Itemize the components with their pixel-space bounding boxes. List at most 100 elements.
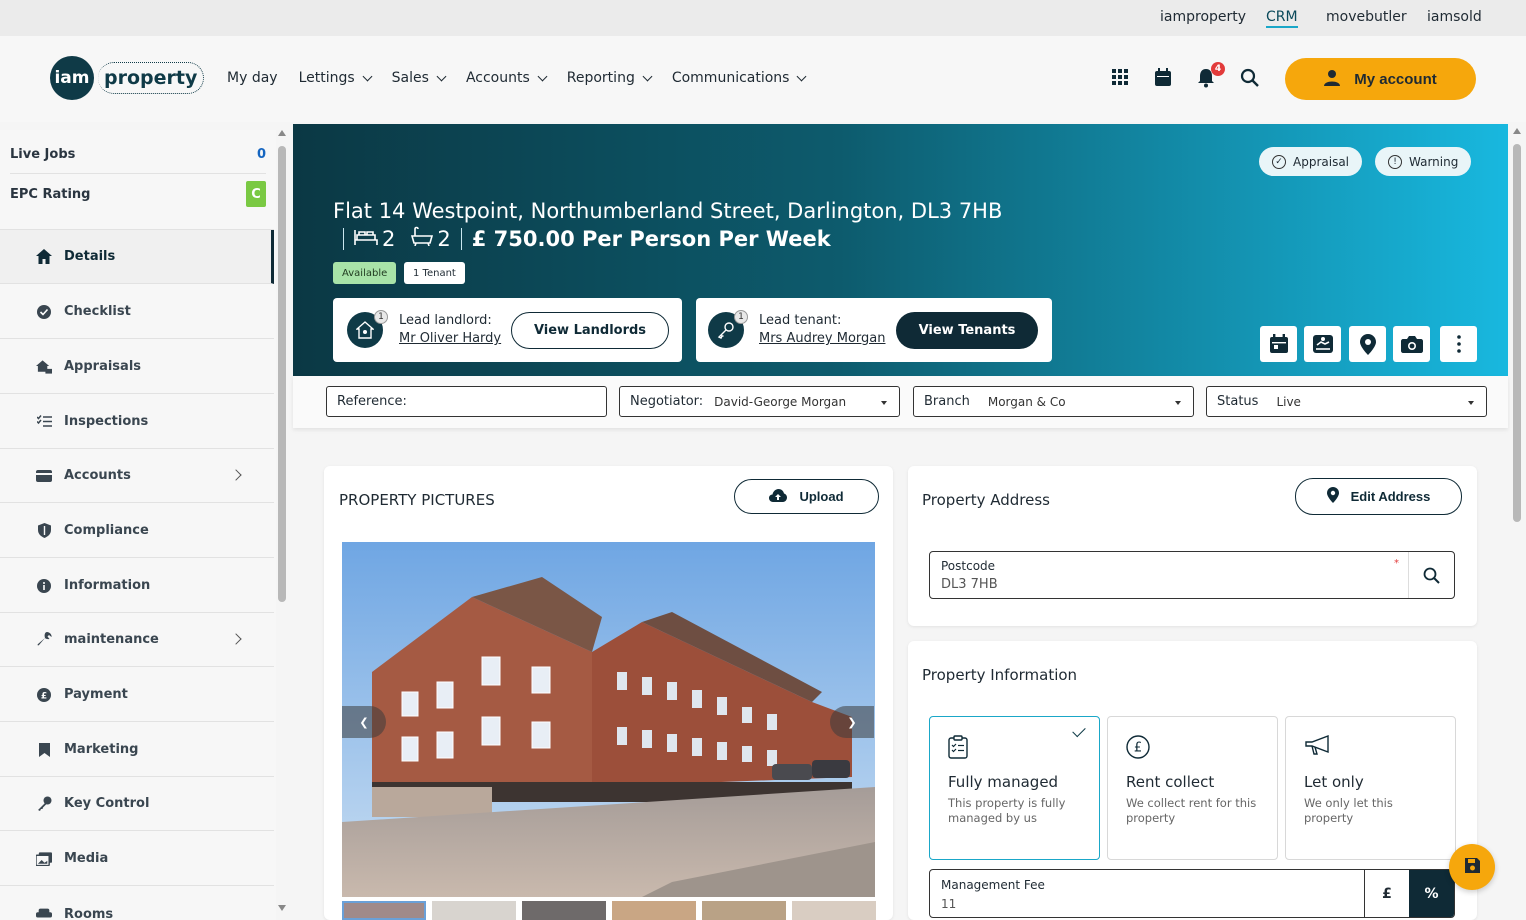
nav-reporting[interactable]: Reporting <box>567 70 653 86</box>
user-icon <box>1324 69 1341 90</box>
site-switcher-bar: iamproperty CRM movebutler iamsold <box>0 0 1526 36</box>
cloud-upload-icon <box>769 488 788 505</box>
tenant-count-badge: 1 Tenant <box>404 262 465 284</box>
my-account-button[interactable]: My account <box>1285 58 1476 100</box>
lead-tenant-label: Lead tenant: <box>759 313 842 328</box>
site-link-crm[interactable]: CRM <box>1266 9 1298 28</box>
postcode-field[interactable]: Postcode * DL3 7HB <box>929 551 1455 599</box>
main-nav: My day Lettings Sales Accounts Reporting… <box>227 70 826 86</box>
property-pictures-title: PROPERTY PICTURES <box>339 491 495 509</box>
bell-icon[interactable]: 4 <box>1197 62 1225 88</box>
lead-landlord-label: Lead landlord: <box>399 313 492 328</box>
info-icon <box>36 578 52 594</box>
carousel-next-button[interactable]: ❯ <box>830 706 874 738</box>
status-select[interactable]: Status Live <box>1206 386 1487 417</box>
notification-badge: 4 <box>1211 62 1225 76</box>
property-sidebar: Live Jobs 0 EPC Rating C Details Checkli… <box>0 130 276 920</box>
sidebar-item-details[interactable]: Details <box>0 230 274 284</box>
carousel-prev-button[interactable]: ❮ <box>342 706 386 738</box>
branch-select[interactable]: Branch Morgan & Co <box>913 386 1194 417</box>
more-vertical-icon[interactable] <box>1440 326 1477 362</box>
view-tenants-button[interactable]: View Tenants <box>896 312 1038 349</box>
property-price: £ 750.00 Per Person Per Week <box>471 226 831 251</box>
divider <box>343 227 344 250</box>
camera-icon[interactable] <box>1393 326 1430 362</box>
thumbnail-5[interactable] <box>702 901 786 920</box>
sidebar-item-appraisals[interactable]: Appraisals <box>0 340 274 394</box>
map-pin-icon[interactable] <box>1349 326 1386 362</box>
scroll-up-arrow[interactable] <box>1513 128 1521 134</box>
sidebar-item-compliance[interactable]: Compliance <box>0 504 274 558</box>
thumbnail-2[interactable] <box>432 901 516 920</box>
alert-circle-icon: ! <box>1388 154 1402 169</box>
site-link-iamproperty[interactable]: iamproperty <box>1160 9 1246 25</box>
nav-communications[interactable]: Communications <box>672 70 807 86</box>
nav-sales[interactable]: Sales <box>392 70 447 86</box>
upload-button[interactable]: Upload <box>734 479 879 514</box>
sidebar-item-rooms[interactable]: Rooms <box>0 887 274 920</box>
option-rent-collect[interactable]: £ Rent collect We collect rent for this … <box>1107 716 1278 860</box>
main-scrollbar[interactable] <box>1512 124 1522 920</box>
nav-my-day[interactable]: My day <box>227 70 278 86</box>
scroll-down-arrow[interactable] <box>278 905 286 911</box>
images-icon <box>36 851 52 867</box>
search-icon[interactable] <box>1423 567 1440 588</box>
fee-type-pound-button[interactable]: £ <box>1364 870 1409 917</box>
thumbnail-1[interactable] <box>342 901 426 920</box>
svg-text:£: £ <box>41 691 47 701</box>
handshake-icon[interactable] <box>1304 326 1341 362</box>
bookmark-icon <box>36 742 52 758</box>
sidebar-item-accounts[interactable]: Accounts <box>0 449 274 503</box>
divider <box>1408 552 1409 598</box>
lead-landlord-name-link[interactable]: Mr Oliver Hardy <box>399 331 501 346</box>
thumbnail-3[interactable] <box>522 901 606 920</box>
site-link-movebutler[interactable]: movebutler <box>1326 9 1407 25</box>
edit-address-button[interactable]: Edit Address <box>1295 478 1462 515</box>
property-filter-bar: Reference: Negotiator: David-George Morg… <box>293 376 1508 428</box>
sidebar-scrollbar[interactable] <box>278 130 286 920</box>
reference-field[interactable]: Reference: <box>326 386 607 417</box>
thumbnail-6[interactable] <box>792 901 876 920</box>
property-address-title: Property Address <box>922 491 1050 509</box>
sidebar-item-media[interactable]: Media <box>0 832 274 886</box>
sidebar-item-marketing[interactable]: Marketing <box>0 723 274 777</box>
lead-tenant-name-link[interactable]: Mrs Audrey Morgan <box>759 331 885 346</box>
divider <box>460 227 462 250</box>
photo-thumbnails <box>342 901 876 920</box>
sidebar-item-payment[interactable]: £ Payment <box>0 668 274 722</box>
sidebar-item-inspections[interactable]: Inspections <box>0 395 274 449</box>
option-fully-managed[interactable]: Fully managed This property is fully man… <box>929 716 1100 860</box>
dropdown-caret-icon <box>881 401 887 405</box>
live-jobs-value: 0 <box>256 147 266 162</box>
view-landlords-button[interactable]: View Landlords <box>511 312 669 349</box>
option-let-only[interactable]: Let only We only let this property <box>1285 716 1456 860</box>
apps-grid-icon[interactable] <box>1111 68 1131 88</box>
epc-rating-label: EPC Rating <box>10 186 91 202</box>
property-main-photo[interactable] <box>342 542 875 897</box>
warning-tag[interactable]: ! Warning <box>1375 147 1472 176</box>
sidebar-item-information[interactable]: Information <box>0 559 274 613</box>
scroll-up-arrow[interactable] <box>278 130 286 136</box>
nav-lettings[interactable]: Lettings <box>299 70 373 86</box>
sidebar-scroll-thumb[interactable] <box>278 146 286 602</box>
save-button[interactable] <box>1449 844 1495 890</box>
sidebar-item-maintenance[interactable]: maintenance <box>0 613 274 667</box>
calendar-icon[interactable] <box>1260 326 1297 362</box>
site-link-iamsold[interactable]: iamsold <box>1427 9 1482 25</box>
calendar-icon[interactable] <box>1154 68 1174 88</box>
thumbnail-4[interactable] <box>612 901 696 920</box>
check-circle-icon <box>36 304 52 320</box>
logo[interactable]: iam property <box>50 56 205 100</box>
pound-circle-icon: £ <box>1126 735 1150 759</box>
required-marker: * <box>1394 558 1399 569</box>
sidebar-item-checklist[interactable]: Checklist <box>0 285 274 339</box>
management-fee-field[interactable]: Management Fee 11 £ % <box>929 869 1455 918</box>
search-icon[interactable] <box>1240 68 1260 88</box>
nav-accounts[interactable]: Accounts <box>466 70 548 86</box>
main-scroll-thumb[interactable] <box>1513 144 1521 522</box>
sidebar-item-key-control[interactable]: Key Control <box>0 777 274 831</box>
dropdown-caret-icon <box>1468 401 1474 405</box>
appraisal-tag[interactable]: ✓ Appraisal <box>1259 147 1363 176</box>
fee-type-percent-button[interactable]: % <box>1409 870 1454 917</box>
negotiator-select[interactable]: Negotiator: David-George Morgan <box>619 386 900 417</box>
